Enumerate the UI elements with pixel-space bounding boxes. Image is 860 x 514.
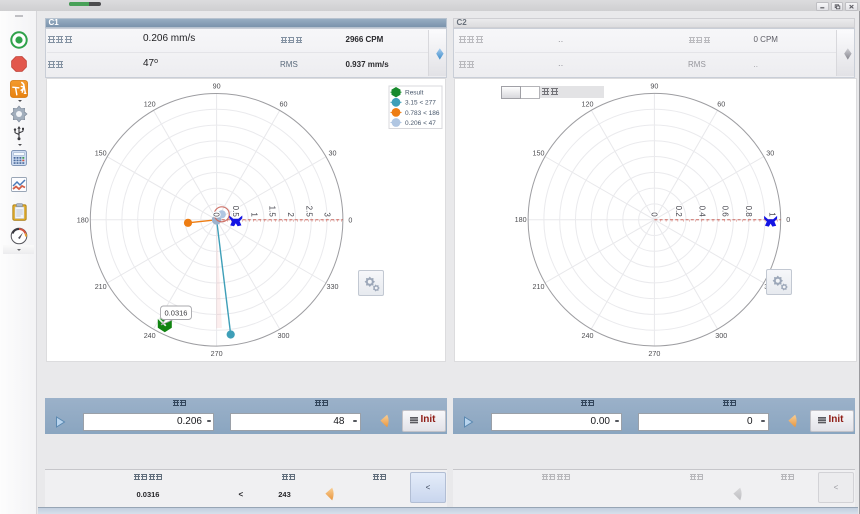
svg-text:270: 270	[211, 349, 223, 358]
svg-text:0.206 < 47: 0.206 < 47	[405, 120, 436, 127]
svg-text:60: 60	[280, 99, 288, 108]
svg-text:300: 300	[278, 331, 290, 340]
svg-text:0.4: 0.4	[697, 206, 706, 218]
svg-text:3.15 < 277: 3.15 < 277	[405, 100, 436, 107]
svg-text:60: 60	[717, 99, 725, 108]
svg-text:30: 30	[329, 148, 337, 157]
svg-text:90: 90	[650, 81, 658, 90]
svg-text:210: 210	[95, 282, 107, 291]
svg-text:1.5: 1.5	[268, 206, 277, 218]
svg-text:0: 0	[649, 212, 658, 217]
svg-text:240: 240	[144, 331, 156, 340]
svg-text:300: 300	[715, 331, 727, 340]
svg-text:2.5: 2.5	[304, 206, 313, 218]
svg-text:1: 1	[249, 212, 258, 217]
svg-text:0: 0	[786, 215, 790, 224]
svg-text:0.0316: 0.0316	[165, 309, 188, 318]
svg-text:0.5: 0.5	[231, 206, 240, 218]
svg-text:150: 150	[95, 148, 107, 157]
svg-text:0.783 < 186: 0.783 < 186	[405, 110, 440, 117]
svg-text:210: 210	[533, 282, 545, 291]
svg-text:Result: Result	[405, 90, 424, 97]
svg-text:0.6: 0.6	[721, 206, 730, 218]
svg-text:0: 0	[212, 212, 221, 217]
svg-text:150: 150	[533, 148, 545, 157]
svg-text:240: 240	[582, 331, 594, 340]
svg-text:0.8: 0.8	[744, 206, 753, 218]
svg-text:120: 120	[144, 99, 156, 108]
svg-text:120: 120	[582, 99, 594, 108]
svg-text:270: 270	[648, 349, 660, 358]
svg-text:330: 330	[327, 282, 339, 291]
svg-text:0.2: 0.2	[674, 206, 683, 218]
svg-text:0: 0	[348, 215, 352, 224]
svg-text:3: 3	[323, 212, 332, 217]
svg-text:180: 180	[515, 215, 527, 224]
svg-text:1: 1	[768, 212, 777, 217]
svg-text:90: 90	[213, 82, 221, 91]
svg-text:2: 2	[286, 212, 295, 217]
svg-text:30: 30	[766, 148, 774, 157]
svg-text:180: 180	[77, 215, 89, 224]
